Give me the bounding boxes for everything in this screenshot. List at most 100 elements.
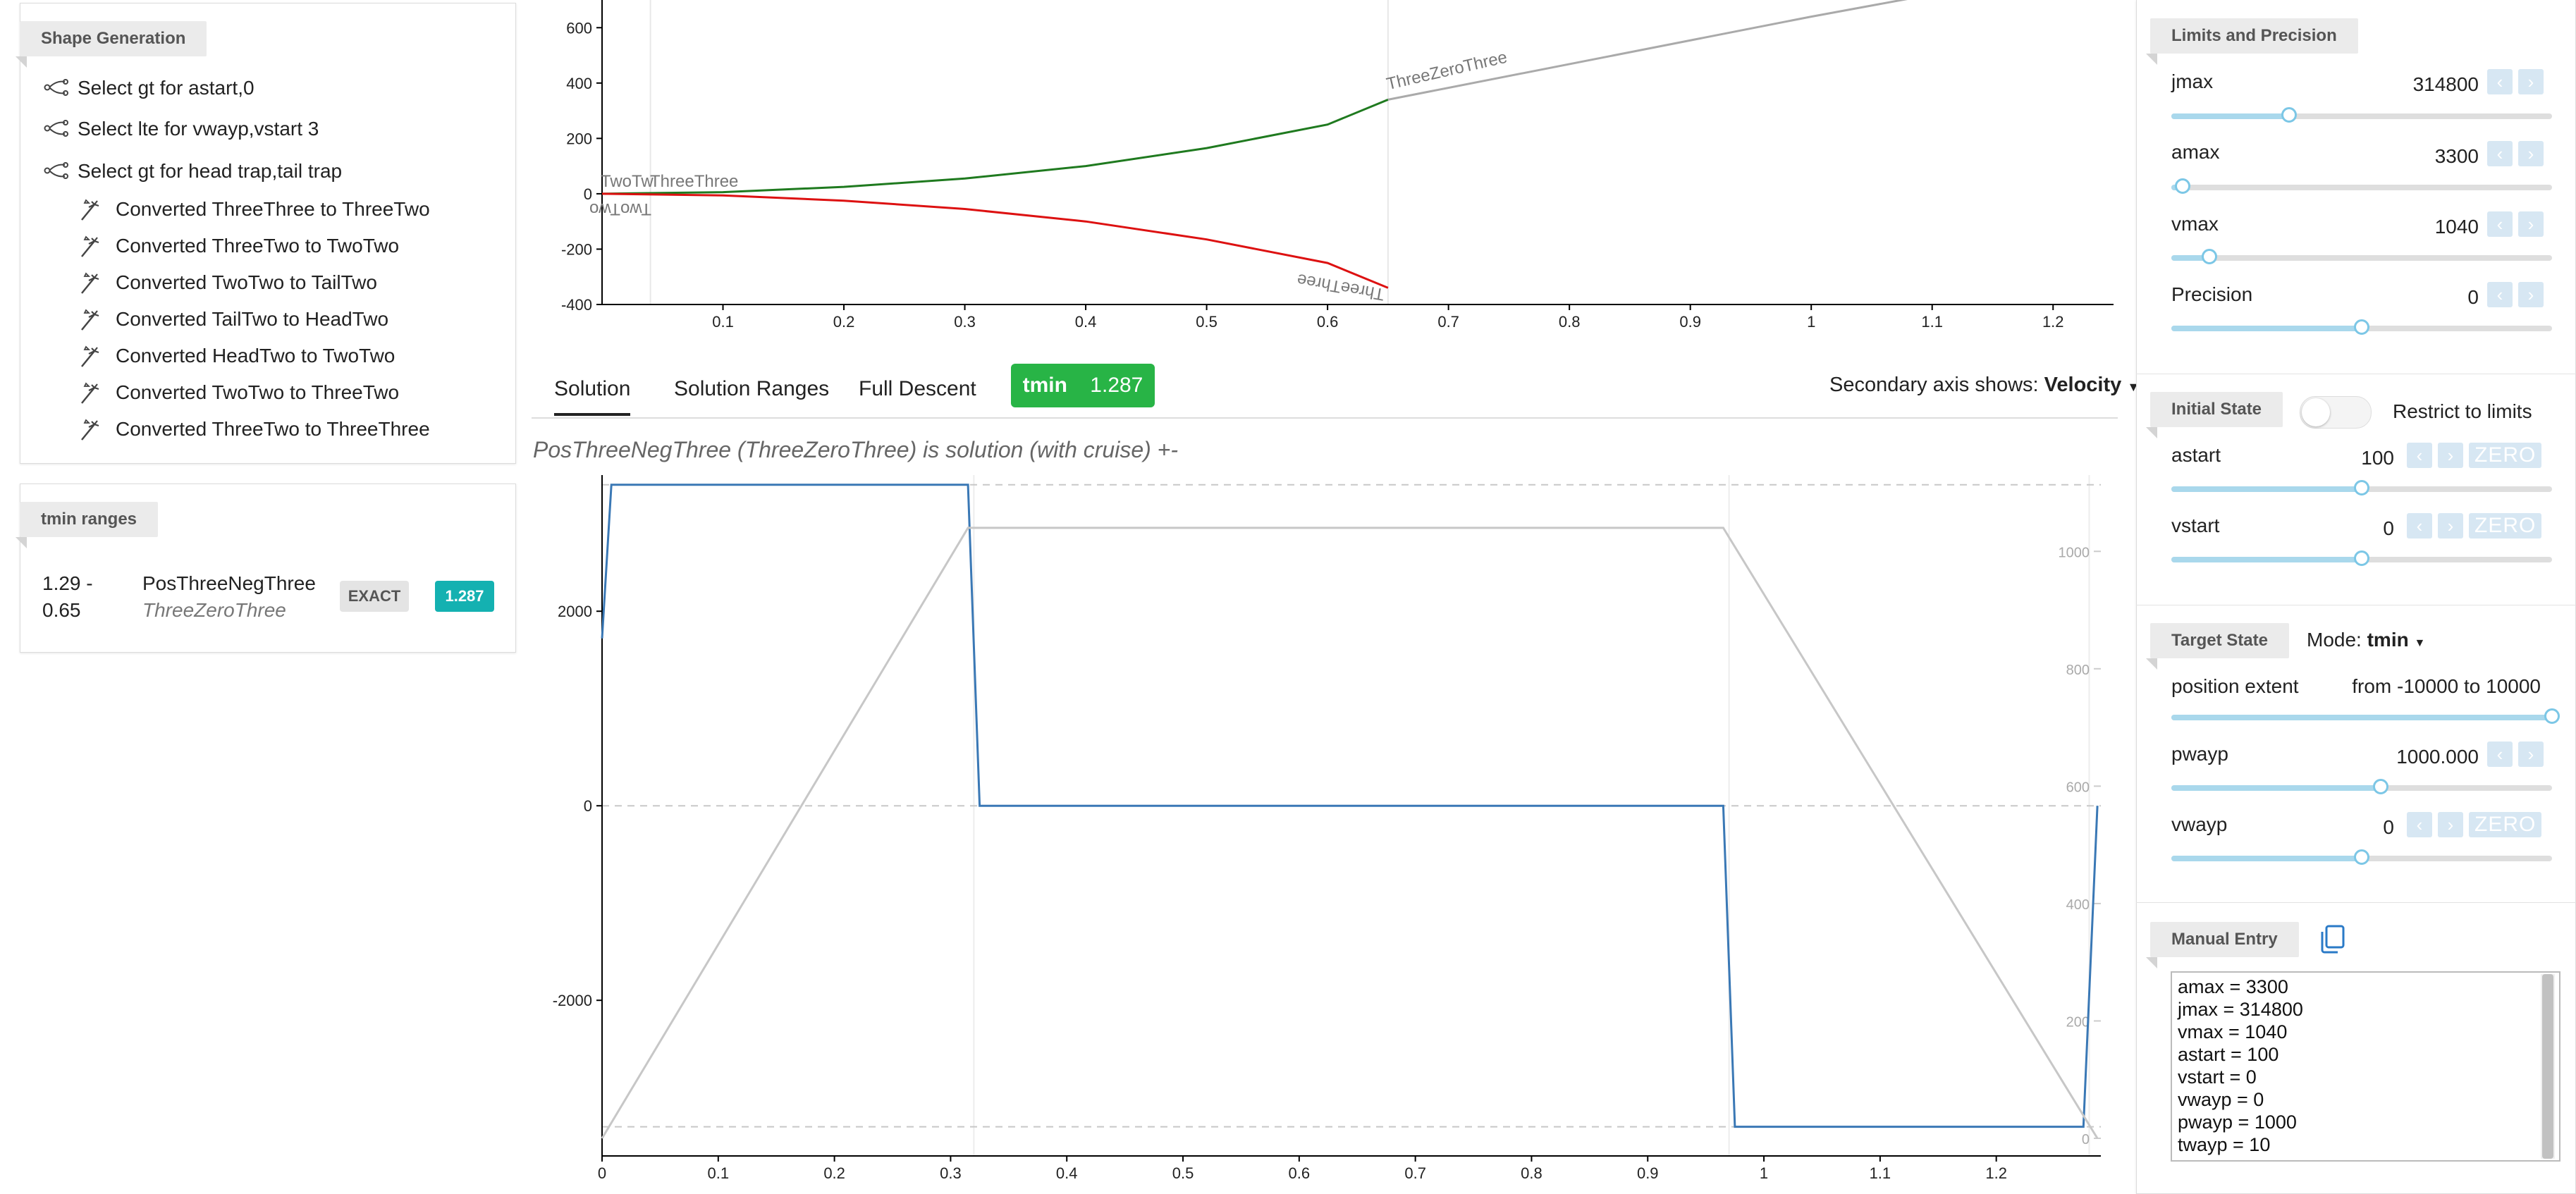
- y-tick-label: 400: [566, 75, 592, 92]
- restrict-toggle[interactable]: [2300, 396, 2372, 429]
- vstart-value: 0: [2383, 517, 2394, 539]
- manual-line: amax = 3300: [2178, 976, 2288, 997]
- y-tick-label: 2000: [558, 603, 592, 620]
- scrollbar-thumb[interactable]: [2542, 974, 2553, 1159]
- x-tick-label: 0.7: [1437, 313, 1459, 331]
- manual-line: pwayp = 1000: [2178, 1112, 2297, 1133]
- conversion-item: Converted TwoTwo to TailTwo: [81, 271, 377, 295]
- secondary-y-tick-label: 800: [2066, 663, 2090, 678]
- x-tick-label: 0.8: [1559, 313, 1581, 331]
- vstart-slider[interactable]: [2171, 550, 2552, 566]
- conversion-item: Converted ThreeThree to ThreeTwo: [81, 197, 430, 221]
- manual-line: twayp = 10: [2178, 1134, 2271, 1155]
- manual-entry-title: Manual Entry: [2146, 922, 2299, 968]
- tab-solution[interactable]: Solution: [554, 375, 631, 416]
- selection-item: Select lte for vwayp,vstart 3: [44, 117, 319, 141]
- vstart-decrement[interactable]: ‹: [2407, 513, 2432, 538]
- copy-icon[interactable]: [2318, 923, 2346, 958]
- pwayp-value: 1000.000: [2396, 746, 2479, 768]
- vmax-slider-knob[interactable]: [2202, 249, 2217, 264]
- vwayp-decrement[interactable]: ‹: [2407, 812, 2432, 837]
- divider: [2136, 902, 2576, 903]
- series-line-1: [601, 527, 2099, 1139]
- amax-decrement[interactable]: ‹: [2487, 141, 2513, 166]
- wand-icon: [81, 199, 99, 221]
- astart-zero-button[interactable]: ZERO: [2469, 443, 2542, 468]
- vwayp-slider-knob[interactable]: [2354, 849, 2369, 865]
- x-tick-label: 0.3: [940, 1164, 962, 1182]
- conversion-item: Converted TwoTwo to ThreeTwo: [81, 381, 399, 405]
- precision-decrement[interactable]: ‹: [2487, 282, 2513, 307]
- amax-increment[interactable]: ›: [2518, 141, 2544, 166]
- y-tick-label: 200: [566, 130, 592, 147]
- vstart-increment[interactable]: ›: [2438, 513, 2463, 538]
- y-tick-label: 600: [566, 19, 592, 37]
- wand-icon: [81, 345, 99, 367]
- vmax-slider[interactable]: [2171, 249, 2552, 264]
- vwayp-slider[interactable]: [2171, 849, 2552, 865]
- tab-full-descent[interactable]: Full Descent: [859, 375, 976, 403]
- segment-label-three-three-flipped: ThreeThree: [1296, 270, 1386, 304]
- tmin-range-top: 1.29 -: [42, 572, 93, 594]
- precision-increment[interactable]: ›: [2518, 282, 2544, 307]
- astart-increment[interactable]: ›: [2438, 443, 2463, 468]
- amax-value: 3300: [2434, 145, 2479, 167]
- x-tick-label: 1.1: [1921, 313, 1943, 331]
- position-extent-value: from -10000 to 10000: [2352, 675, 2541, 697]
- x-tick-label: 0.1: [708, 1164, 730, 1182]
- precision-value: 0: [2467, 286, 2479, 308]
- vwayp-zero-button[interactable]: ZERO: [2469, 812, 2542, 837]
- manual-entry-textarea[interactable]: amax = 3300 jmax = 314800 vmax = 1040 as…: [2171, 971, 2560, 1162]
- jmax-label: jmax: [2171, 70, 2214, 92]
- vmax-increment[interactable]: ›: [2518, 211, 2544, 237]
- x-tick-label: 0.2: [833, 313, 855, 331]
- amax-slider[interactable]: [2171, 178, 2552, 194]
- jmax-decrement[interactable]: ‹: [2487, 69, 2513, 94]
- manual-entry-scrollbar[interactable]: [2541, 974, 2555, 1159]
- x-tick-label: 1: [1807, 313, 1815, 331]
- segment-label-three-zero-three: ThreeZeroThree: [1385, 48, 1509, 94]
- vwayp-increment[interactable]: ›: [2438, 812, 2463, 837]
- conversion-item: Converted HeadTwo to TwoTwo: [81, 344, 395, 368]
- pwayp-increment[interactable]: ›: [2518, 741, 2544, 767]
- precision-label: Precision: [2171, 283, 2253, 305]
- manual-line: vmax = 1040: [2178, 1021, 2288, 1042]
- pwayp-decrement[interactable]: ‹: [2487, 741, 2513, 767]
- astart-slider[interactable]: [2171, 480, 2552, 496]
- precision-slider[interactable]: [2171, 319, 2552, 335]
- x-tick-label: 1: [1760, 1164, 1768, 1182]
- jmax-value: 314800: [2412, 73, 2479, 95]
- astart-value: 100: [2361, 447, 2394, 469]
- jmax-slider[interactable]: [2171, 107, 2552, 123]
- manual-line: vstart = 0: [2178, 1066, 2257, 1088]
- vstart-zero-button[interactable]: ZERO: [2469, 513, 2542, 538]
- pwayp-label: pwayp: [2171, 743, 2228, 765]
- position-extent-slider[interactable]: [2171, 708, 2560, 724]
- astart-slider-knob[interactable]: [2354, 480, 2369, 496]
- manual-line: vwayp = 0: [2178, 1089, 2264, 1110]
- tmin-value-badge[interactable]: 1.287: [435, 581, 494, 612]
- x-tick-label: 0.9: [1679, 313, 1701, 331]
- secondary-y-tick-label: 200: [2066, 1014, 2090, 1030]
- y-tick-label: 0: [584, 797, 592, 815]
- precision-slider-knob[interactable]: [2354, 319, 2369, 335]
- x-tick-label: 0.8: [1521, 1164, 1542, 1182]
- jmax-increment[interactable]: ›: [2518, 69, 2544, 94]
- branch-icon: [44, 79, 68, 96]
- tmin-range-subname: ThreeZeroThree: [142, 599, 286, 621]
- x-tick-label: 1.2: [2042, 313, 2064, 331]
- x-tick-label: 0.3: [954, 313, 976, 331]
- tab-solution-ranges[interactable]: Solution Ranges: [674, 375, 829, 403]
- segment-label-two-tw: TwoTw: [601, 172, 654, 191]
- y-tick-label: -2000: [553, 992, 592, 1009]
- vwayp-label: vwayp: [2171, 813, 2228, 835]
- vstart-slider-knob[interactable]: [2354, 550, 2369, 566]
- vmax-decrement[interactable]: ‹: [2487, 211, 2513, 237]
- position-extent-slider-knob[interactable]: [2544, 708, 2560, 724]
- exact-badge: EXACT: [340, 581, 409, 612]
- astart-decrement[interactable]: ‹: [2407, 443, 2432, 468]
- mode-select[interactable]: Mode: tmin ▼: [2307, 629, 2425, 651]
- pwayp-slider-knob[interactable]: [2373, 779, 2388, 794]
- secondary-axis-select[interactable]: Secondary axis shows: Velocity ▼: [1829, 374, 2140, 397]
- pwayp-slider[interactable]: [2171, 779, 2552, 794]
